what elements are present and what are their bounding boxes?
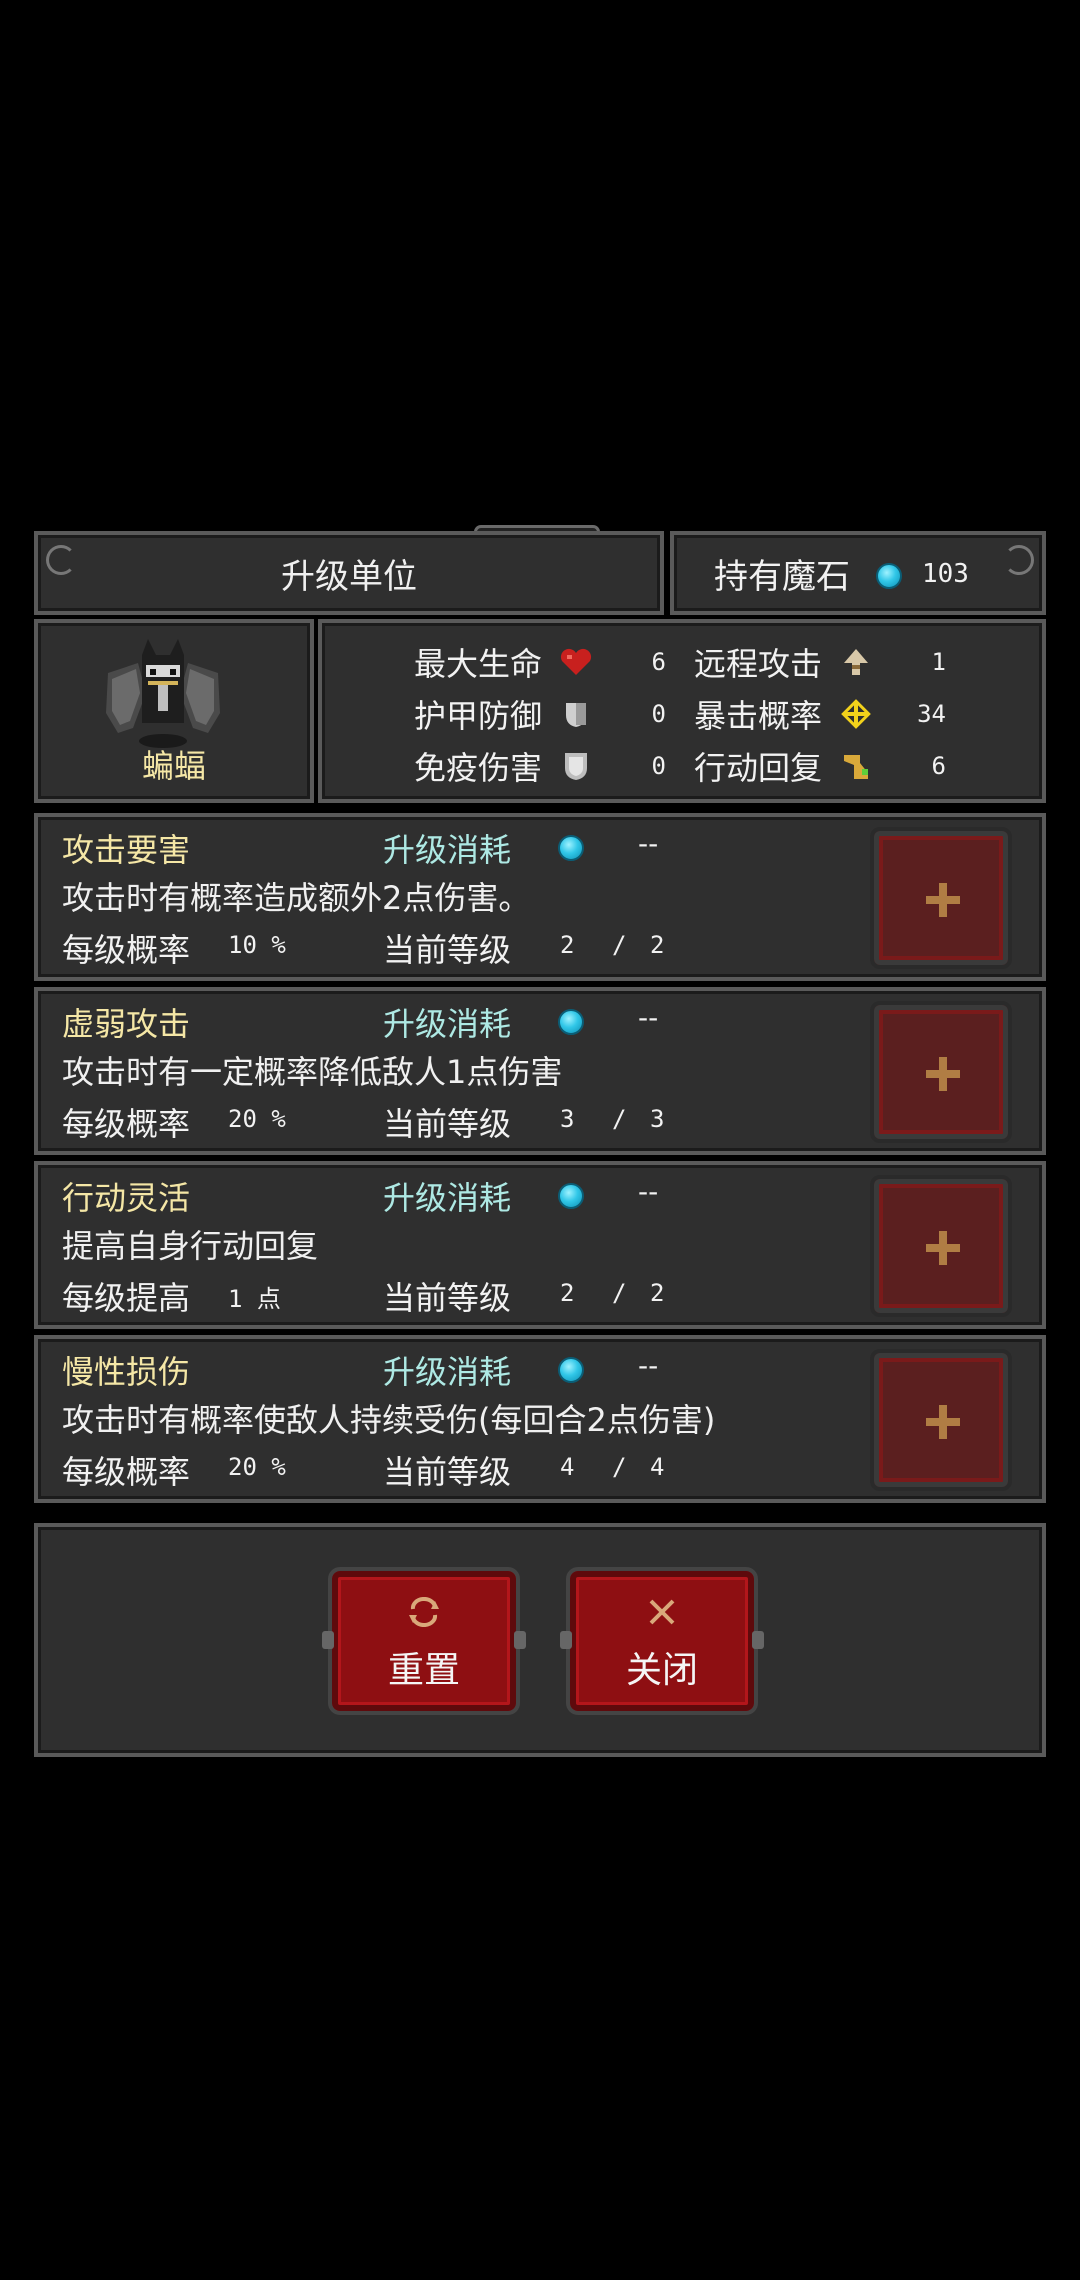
dialog-title: 升级单位 bbox=[281, 556, 417, 597]
level-max: 2 bbox=[650, 931, 665, 959]
skill-name: 虚弱攻击 bbox=[62, 1005, 191, 1043]
magic-stone-icon bbox=[558, 1009, 584, 1035]
magic-stone-icon bbox=[558, 1183, 584, 1209]
rate-value: 20 % bbox=[228, 1105, 286, 1133]
rate-label: 每级概率 bbox=[62, 1105, 191, 1143]
upgrade-plus-button[interactable] bbox=[870, 1001, 1012, 1143]
level-max: 3 bbox=[650, 1105, 665, 1133]
skill-description: 提高自身行动回复 bbox=[62, 1227, 319, 1265]
close-button[interactable]: 关闭 bbox=[560, 1567, 764, 1715]
rate-label: 每级概率 bbox=[62, 1453, 191, 1491]
upgrade-cost-label: 升级消耗 bbox=[383, 1353, 512, 1391]
level-label: 当前等级 bbox=[383, 931, 512, 969]
skill-description: 攻击时有一定概率降低敌人1点伤害 bbox=[62, 1053, 563, 1091]
close-button-label: 关闭 bbox=[625, 1650, 698, 1691]
unit-stats-panel: 最大生命 6 护甲防御 0 免疫伤害 0 远程攻击 1 暴击概率 34 行动回复… bbox=[318, 619, 1046, 803]
stat-immune: 免疫伤害 0 bbox=[362, 741, 666, 791]
upgrade-plus-button[interactable] bbox=[870, 1175, 1012, 1317]
skill-row-critical-strike: 攻击要害 升级消耗 -- 攻击时有概率造成额外2点伤害。 每级概率 10 % 当… bbox=[34, 813, 1046, 981]
level-current: 2 bbox=[560, 931, 575, 959]
upgrade-plus-button[interactable] bbox=[870, 827, 1012, 969]
rate-label: 每级提高 bbox=[62, 1279, 191, 1317]
action-bar: 重置 关闭 bbox=[34, 1523, 1046, 1757]
stat-ranged-attack: 远程攻击 1 bbox=[672, 637, 946, 687]
magic-stone-count: 103 bbox=[922, 559, 969, 589]
level-label: 当前等级 bbox=[383, 1453, 512, 1491]
plus-icon bbox=[926, 1231, 960, 1265]
stat-value: 0 bbox=[651, 700, 666, 728]
magic-stone-icon bbox=[558, 835, 584, 861]
skill-row-weakening-attack: 虚弱攻击 升级消耗 -- 攻击时有一定概率降低敌人1点伤害 每级概率 20 % … bbox=[34, 987, 1046, 1155]
stat-label: 最大生命 bbox=[413, 645, 542, 683]
arrow-icon bbox=[836, 647, 876, 677]
stat-value: 1 bbox=[931, 648, 946, 676]
stat-value: 6 bbox=[931, 752, 946, 780]
upgrade-dialog: 升级单位 持有魔石 103 蝙蝠 最大生命 6 护甲防御 0 免疫伤害 0 远程… bbox=[34, 525, 1046, 1757]
sparkle-icon bbox=[836, 699, 876, 729]
magic-stone-panel: 持有魔石 103 bbox=[670, 531, 1046, 615]
stat-crit-rate: 暴击概率 34 bbox=[672, 689, 946, 739]
boot-icon bbox=[836, 751, 876, 781]
stat-label: 护甲防御 bbox=[413, 697, 542, 735]
skill-name: 行动灵活 bbox=[62, 1179, 191, 1217]
rate-value: 20 % bbox=[228, 1453, 286, 1481]
upgrade-cost-value: -- bbox=[638, 1349, 659, 1382]
level-current: 4 bbox=[560, 1453, 575, 1481]
level-label: 当前等级 bbox=[383, 1279, 512, 1317]
stat-value: 0 bbox=[651, 752, 666, 780]
rate-label: 每级概率 bbox=[62, 931, 191, 969]
title-panel: 升级单位 bbox=[34, 531, 664, 615]
armor-icon bbox=[556, 699, 596, 729]
skill-name: 慢性损伤 bbox=[62, 1353, 191, 1391]
level-separator: / bbox=[612, 931, 627, 959]
stat-max-hp: 最大生命 6 bbox=[362, 637, 666, 687]
stat-armor: 护甲防御 0 bbox=[362, 689, 666, 739]
stat-label: 远程攻击 bbox=[693, 645, 822, 683]
level-separator: / bbox=[612, 1453, 627, 1481]
upgrade-cost-label: 升级消耗 bbox=[383, 1005, 512, 1043]
skill-name: 攻击要害 bbox=[62, 831, 191, 869]
reset-button[interactable]: 重置 bbox=[322, 1567, 526, 1715]
rate-value: 10 % bbox=[228, 931, 286, 959]
stat-value: 6 bbox=[651, 648, 666, 676]
upgrade-cost-value: -- bbox=[638, 1175, 659, 1208]
level-label: 当前等级 bbox=[383, 1105, 512, 1143]
rate-value: 1 点 bbox=[228, 1285, 281, 1313]
heart-icon bbox=[556, 648, 596, 676]
plus-icon bbox=[926, 883, 960, 917]
magic-stone-icon bbox=[876, 563, 902, 589]
skill-description: 攻击时有概率造成额外2点伤害。 bbox=[62, 879, 531, 917]
upgrade-cost-value: -- bbox=[638, 827, 659, 860]
upgrade-plus-button[interactable] bbox=[870, 1349, 1012, 1491]
stat-label: 暴击概率 bbox=[693, 697, 822, 735]
skill-row-agile-action: 行动灵活 升级消耗 -- 提高自身行动回复 每级提高 1 点 当前等级 2 / … bbox=[34, 1161, 1046, 1329]
stat-action-recovery: 行动回复 6 bbox=[672, 741, 946, 791]
bat-unit-icon bbox=[106, 639, 220, 748]
skill-row-chronic-damage: 慢性损伤 升级消耗 -- 攻击时有概率使敌人持续受伤(每回合2点伤害) 每级概率… bbox=[34, 1335, 1046, 1503]
shield-icon bbox=[556, 750, 596, 782]
stat-label: 免疫伤害 bbox=[413, 749, 542, 787]
magic-stone-label: 持有魔石 bbox=[714, 556, 850, 597]
upgrade-cost-label: 升级消耗 bbox=[383, 1179, 512, 1217]
scroll-ornament-right bbox=[1004, 545, 1034, 575]
level-separator: / bbox=[612, 1279, 627, 1307]
upgrade-cost-label: 升级消耗 bbox=[383, 831, 512, 869]
level-separator: / bbox=[612, 1105, 627, 1133]
refresh-icon bbox=[332, 1597, 516, 1627]
plus-icon bbox=[926, 1405, 960, 1439]
level-current: 2 bbox=[560, 1279, 575, 1307]
reset-button-label: 重置 bbox=[387, 1650, 460, 1691]
stat-label: 行动回复 bbox=[693, 749, 822, 787]
skill-description: 攻击时有概率使敌人持续受伤(每回合2点伤害) bbox=[62, 1401, 716, 1439]
plus-icon bbox=[926, 1057, 960, 1091]
close-icon bbox=[570, 1597, 754, 1627]
upgrade-cost-value: -- bbox=[638, 1001, 659, 1034]
level-max: 4 bbox=[650, 1453, 665, 1481]
unit-portrait-panel: 蝙蝠 bbox=[34, 619, 314, 803]
level-current: 3 bbox=[560, 1105, 575, 1133]
magic-stone-icon bbox=[558, 1357, 584, 1383]
stat-value: 34 bbox=[917, 700, 946, 728]
level-max: 2 bbox=[650, 1279, 665, 1307]
unit-name: 蝙蝠 bbox=[141, 747, 206, 785]
